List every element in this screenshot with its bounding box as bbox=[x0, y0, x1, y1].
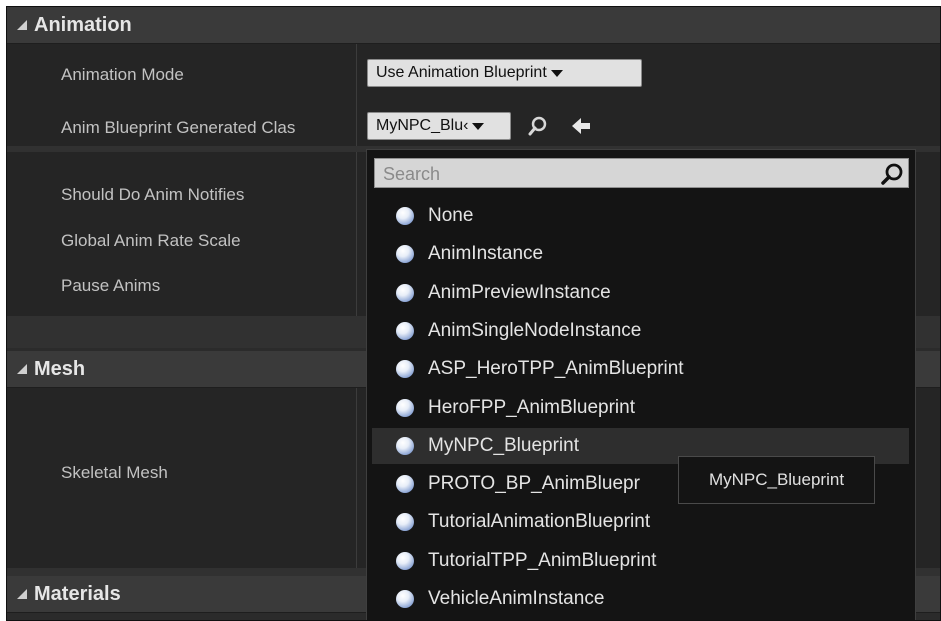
chevron-down-icon bbox=[472, 122, 485, 130]
dropdown-option[interactable]: HeroFPP_AnimBlueprint bbox=[372, 390, 909, 426]
dropdown-option[interactable]: AnimInstance bbox=[372, 236, 909, 272]
animation-mode-label: Animation Mode bbox=[61, 65, 184, 84]
option-label: TutorialAnimationBlueprint bbox=[428, 511, 651, 533]
class-picker-dropdown: None AnimInstance AnimPreviewInstance AnimS… bbox=[366, 149, 916, 620]
option-label: None bbox=[428, 205, 474, 226]
class-orb-icon bbox=[396, 360, 414, 379]
dropdown-option[interactable]: AnimSingleNodeInstance bbox=[372, 313, 909, 349]
skeletal-mesh-label: Skeletal Mesh bbox=[61, 463, 168, 482]
left-arrow-icon[interactable] bbox=[570, 115, 592, 137]
class-orb-icon bbox=[396, 590, 414, 608]
category-animation[interactable]: Animation bbox=[7, 7, 940, 44]
class-orb-icon bbox=[396, 551, 414, 570]
class-orb-icon bbox=[396, 513, 414, 532]
search-input[interactable] bbox=[375, 159, 885, 189]
animation-mode-combo[interactable]: Use Animation Blueprint bbox=[367, 59, 642, 87]
anim-blueprint-class-label: Anim Blueprint Generated Clas bbox=[61, 118, 296, 137]
column-splitter[interactable] bbox=[356, 388, 357, 568]
option-label: HeroFPP_AnimBlueprint bbox=[428, 396, 635, 418]
option-label: VehicleAnimInstance bbox=[428, 588, 605, 609]
animation-mode-value: Use Animation Blueprint bbox=[376, 64, 547, 81]
dropdown-option[interactable]: AnimPreviewInstance bbox=[372, 275, 909, 311]
anim-class-combo[interactable]: MyNPC_Blu‹ bbox=[367, 112, 511, 140]
dropdown-option[interactable]: ASP_HeroTPP_AnimBlueprint bbox=[372, 351, 909, 387]
option-label: AnimPreviewInstance bbox=[428, 281, 611, 303]
search-box[interactable] bbox=[374, 158, 909, 191]
dropdown-option[interactable]: VehicleAnimInstance bbox=[372, 581, 909, 617]
dropdown-option[interactable]: TutorialAnimationBlueprint bbox=[372, 504, 909, 540]
anim-class-value: MyNPC_Blu‹ bbox=[376, 117, 469, 134]
column-splitter[interactable] bbox=[356, 152, 357, 316]
collapse-arrow-icon[interactable] bbox=[17, 20, 27, 30]
magnifier-icon[interactable] bbox=[527, 115, 549, 137]
search-icon[interactable] bbox=[880, 162, 904, 191]
option-label: AnimInstance bbox=[428, 243, 544, 265]
should-do-anim-notifies-label: Should Do Anim Notifies bbox=[61, 185, 245, 204]
collapse-arrow-icon[interactable] bbox=[17, 589, 27, 599]
global-anim-rate-scale-label: Global Anim Rate Scale bbox=[61, 231, 241, 250]
chevron-down-icon bbox=[550, 69, 563, 77]
class-orb-icon bbox=[396, 436, 414, 455]
class-orb-icon bbox=[396, 207, 414, 225]
option-label: ASP_HeroTPP_AnimBlueprint bbox=[428, 358, 684, 380]
dropdown-option[interactable]: None bbox=[372, 198, 909, 234]
dropdown-option[interactable]: TutorialTPP_AnimBlueprint bbox=[372, 543, 909, 579]
category-title: Animation bbox=[34, 13, 132, 36]
class-orb-icon bbox=[396, 283, 414, 302]
category-title: Materials bbox=[34, 582, 121, 605]
column-splitter[interactable] bbox=[356, 44, 357, 146]
class-orb-icon bbox=[396, 475, 414, 494]
class-orb-icon bbox=[396, 245, 414, 264]
class-orb-icon bbox=[396, 398, 414, 417]
option-label: PROTO_BP_AnimBluepr bbox=[428, 473, 640, 495]
option-label: TutorialTPP_AnimBlueprint bbox=[428, 549, 657, 571]
collapse-arrow-icon[interactable] bbox=[17, 364, 27, 374]
pause-anims-label: Pause Anims bbox=[61, 276, 161, 295]
category-title: Mesh bbox=[34, 357, 86, 380]
option-label: MyNPC_Blueprint bbox=[428, 434, 579, 456]
tooltip: MyNPC_Blueprint bbox=[678, 456, 875, 504]
class-orb-icon bbox=[396, 321, 414, 340]
option-label: AnimSingleNodeInstance bbox=[428, 319, 642, 341]
details-panel: Animation Animation Mode Anim Blueprint … bbox=[6, 6, 941, 621]
